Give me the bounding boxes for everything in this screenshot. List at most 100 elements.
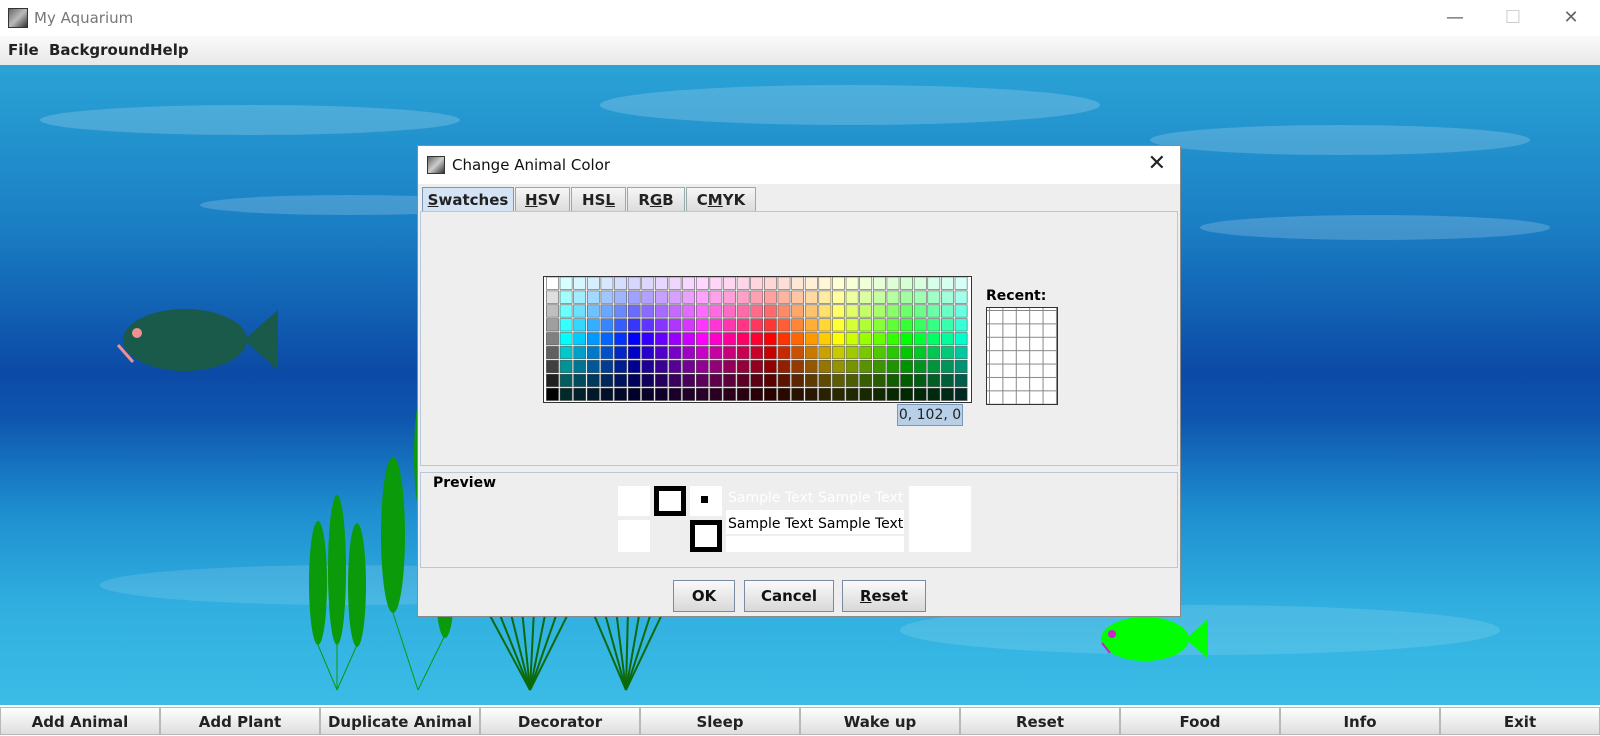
- color-swatch[interactable]: [614, 304, 627, 318]
- color-swatch[interactable]: [655, 290, 668, 304]
- color-swatch[interactable]: [736, 304, 750, 318]
- color-swatch[interactable]: [764, 373, 777, 387]
- color-swatch[interactable]: [941, 373, 954, 387]
- color-swatch[interactable]: [927, 290, 941, 304]
- color-swatch[interactable]: [777, 360, 791, 374]
- color-swatch[interactable]: [709, 304, 723, 318]
- color-swatch[interactable]: [859, 360, 873, 374]
- color-swatch[interactable]: [791, 304, 804, 318]
- color-swatch[interactable]: [723, 277, 736, 290]
- color-swatch[interactable]: [641, 277, 655, 290]
- color-swatch[interactable]: [872, 304, 886, 318]
- color-swatch[interactable]: [941, 318, 954, 332]
- color-swatch[interactable]: [682, 346, 696, 360]
- color-swatch[interactable]: [573, 346, 587, 360]
- cancel-button[interactable]: Cancel: [744, 580, 834, 612]
- color-swatch[interactable]: [777, 332, 791, 346]
- color-swatch[interactable]: [872, 373, 886, 387]
- color-swatch[interactable]: [750, 346, 764, 360]
- color-swatch[interactable]: [832, 304, 845, 318]
- color-swatch[interactable]: [777, 277, 791, 290]
- color-swatch[interactable]: [791, 387, 804, 401]
- color-swatch[interactable]: [709, 373, 723, 387]
- color-swatch[interactable]: [546, 304, 559, 318]
- color-swatch[interactable]: [573, 304, 587, 318]
- color-swatch[interactable]: [927, 332, 941, 346]
- dialog-close-icon[interactable]: ✕: [1148, 151, 1166, 176]
- color-swatch[interactable]: [559, 360, 573, 374]
- color-swatch[interactable]: [845, 332, 859, 346]
- color-swatch[interactable]: [573, 290, 587, 304]
- color-swatch[interactable]: [941, 290, 954, 304]
- color-swatch[interactable]: [627, 373, 641, 387]
- ok-button[interactable]: OK: [673, 580, 735, 612]
- color-swatch[interactable]: [750, 277, 764, 290]
- color-swatch[interactable]: [546, 387, 559, 401]
- duplicate-animal-button[interactable]: Duplicate Animal: [320, 707, 480, 735]
- color-swatch[interactable]: [818, 360, 832, 374]
- color-swatch[interactable]: [777, 290, 791, 304]
- grass-1[interactable]: [486, 609, 571, 691]
- color-swatch[interactable]: [913, 277, 927, 290]
- color-swatch[interactable]: [804, 318, 818, 332]
- color-swatch[interactable]: [736, 360, 750, 374]
- color-swatch[interactable]: [546, 332, 559, 346]
- color-swatch[interactable]: [913, 304, 927, 318]
- color-swatch[interactable]: [954, 304, 968, 318]
- color-swatch[interactable]: [586, 332, 600, 346]
- color-swatch[interactable]: [695, 332, 709, 346]
- color-swatch[interactable]: [954, 346, 968, 360]
- color-swatch[interactable]: [682, 290, 696, 304]
- color-swatch[interactable]: [627, 277, 641, 290]
- color-swatch[interactable]: [641, 373, 655, 387]
- color-swatch[interactable]: [600, 346, 614, 360]
- color-swatch[interactable]: [586, 373, 600, 387]
- color-swatch[interactable]: [791, 290, 804, 304]
- color-swatch[interactable]: [655, 318, 668, 332]
- color-swatch[interactable]: [859, 373, 873, 387]
- color-swatch[interactable]: [546, 360, 559, 374]
- color-swatch[interactable]: [627, 304, 641, 318]
- color-swatch[interactable]: [573, 332, 587, 346]
- color-swatch[interactable]: [600, 304, 614, 318]
- color-swatch[interactable]: [614, 373, 627, 387]
- color-swatch[interactable]: [573, 360, 587, 374]
- color-swatch[interactable]: [954, 360, 968, 374]
- color-swatch[interactable]: [641, 346, 655, 360]
- color-swatch[interactable]: [804, 387, 818, 401]
- color-swatch[interactable]: [614, 360, 627, 374]
- minimize-icon[interactable]: —: [1426, 0, 1484, 36]
- color-swatch[interactable]: [913, 387, 927, 401]
- swatch-grid[interactable]: [543, 276, 972, 403]
- color-swatch[interactable]: [859, 318, 873, 332]
- color-swatch[interactable]: [941, 387, 954, 401]
- color-swatch[interactable]: [736, 387, 750, 401]
- color-swatch[interactable]: [832, 290, 845, 304]
- color-swatch[interactable]: [627, 387, 641, 401]
- color-swatch[interactable]: [886, 290, 900, 304]
- color-swatch[interactable]: [845, 360, 859, 374]
- color-swatch[interactable]: [927, 346, 941, 360]
- color-swatch[interactable]: [872, 346, 886, 360]
- color-swatch[interactable]: [723, 318, 736, 332]
- color-swatch[interactable]: [559, 346, 573, 360]
- color-swatch[interactable]: [872, 290, 886, 304]
- color-swatch[interactable]: [723, 304, 736, 318]
- color-swatch[interactable]: [559, 304, 573, 318]
- color-swatch[interactable]: [818, 373, 832, 387]
- close-icon[interactable]: ✕: [1542, 0, 1600, 36]
- color-swatch[interactable]: [709, 346, 723, 360]
- color-swatch[interactable]: [546, 373, 559, 387]
- color-swatch[interactable]: [641, 304, 655, 318]
- color-swatch[interactable]: [913, 373, 927, 387]
- color-swatch[interactable]: [736, 332, 750, 346]
- color-swatch[interactable]: [600, 290, 614, 304]
- color-swatch[interactable]: [886, 373, 900, 387]
- color-swatch[interactable]: [655, 277, 668, 290]
- color-swatch[interactable]: [872, 360, 886, 374]
- color-swatch[interactable]: [900, 290, 913, 304]
- color-swatch[interactable]: [845, 318, 859, 332]
- color-swatch[interactable]: [818, 346, 832, 360]
- wake-up-button[interactable]: Wake up: [800, 707, 960, 735]
- color-swatch[interactable]: [845, 304, 859, 318]
